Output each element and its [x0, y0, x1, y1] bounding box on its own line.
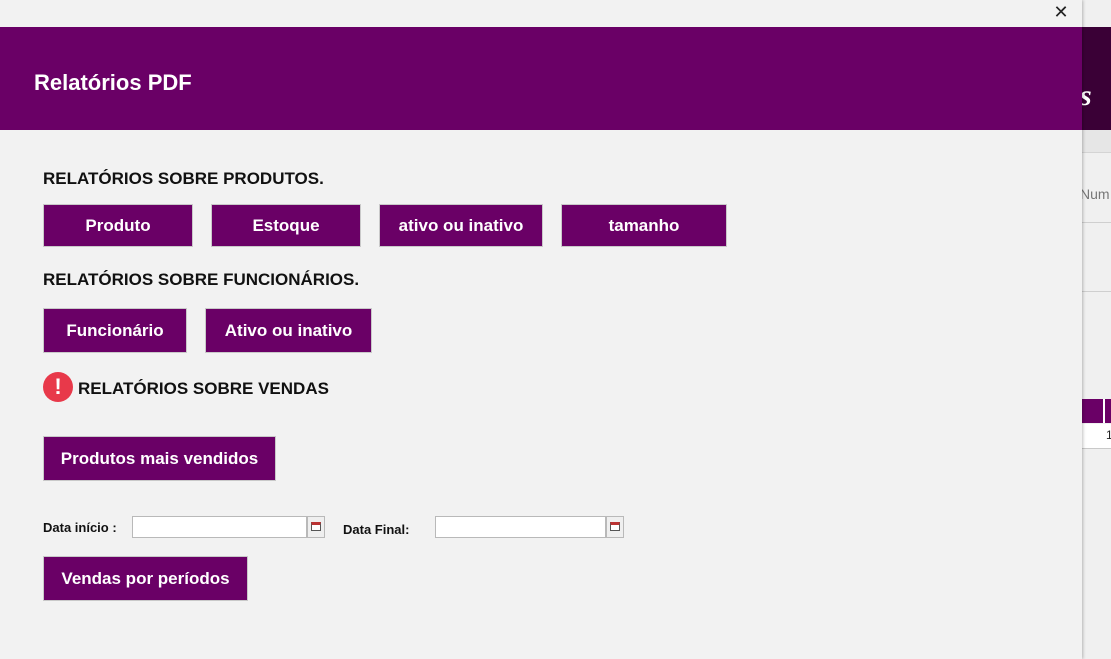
background-app: s Num 1 — [1080, 0, 1111, 659]
background-column-label: Num — [1080, 186, 1110, 202]
background-divider — [1082, 222, 1111, 223]
dialog-title: Relatórios PDF — [34, 70, 192, 95]
sales-section-title: RELATÓRIOS SOBRE VENDAS — [78, 379, 329, 398]
product-active-inactive-button[interactable]: ativo ou inativo — [379, 204, 543, 247]
size-report-button[interactable]: tamanho — [561, 204, 727, 247]
end-date-label: Data Final: — [343, 522, 410, 537]
product-report-button[interactable]: Produto — [43, 204, 193, 247]
stock-report-button[interactable]: Estoque — [211, 204, 361, 247]
background-table-cell: 1 — [1106, 428, 1111, 442]
background-divider — [1082, 291, 1111, 292]
close-icon[interactable]: ✕ — [1049, 0, 1073, 24]
employees-section-title: RELATÓRIOS SOBRE FUNCIONÁRIOS. — [43, 270, 360, 289]
reports-dialog: ✕ Relatórios PDF RELATÓRIOS SOBRE PRODUT… — [0, 0, 1082, 659]
background-app-header: s — [1080, 27, 1111, 130]
employee-active-inactive-button[interactable]: Ativo ou inativo — [205, 308, 372, 353]
sales-by-period-button[interactable]: Vendas por períodos — [43, 556, 248, 601]
start-date-label: Data início : — [43, 520, 117, 535]
background-table-header — [1082, 399, 1111, 423]
background-app-toolbar — [1082, 130, 1111, 153]
end-date-input[interactable] — [435, 516, 606, 538]
calendar-icon[interactable] — [606, 516, 624, 538]
start-date-input[interactable] — [132, 516, 307, 538]
background-table-row[interactable]: 1 — [1082, 424, 1111, 449]
dialog-header: Relatórios PDF — [0, 27, 1082, 130]
employee-report-button[interactable]: Funcionário — [43, 308, 187, 353]
calendar-icon[interactable] — [307, 516, 325, 538]
alert-icon: ! — [43, 372, 73, 402]
best-sellers-button[interactable]: Produtos mais vendidos — [43, 436, 276, 481]
products-section-title: RELATÓRIOS SOBRE PRODUTOS. — [43, 169, 324, 188]
